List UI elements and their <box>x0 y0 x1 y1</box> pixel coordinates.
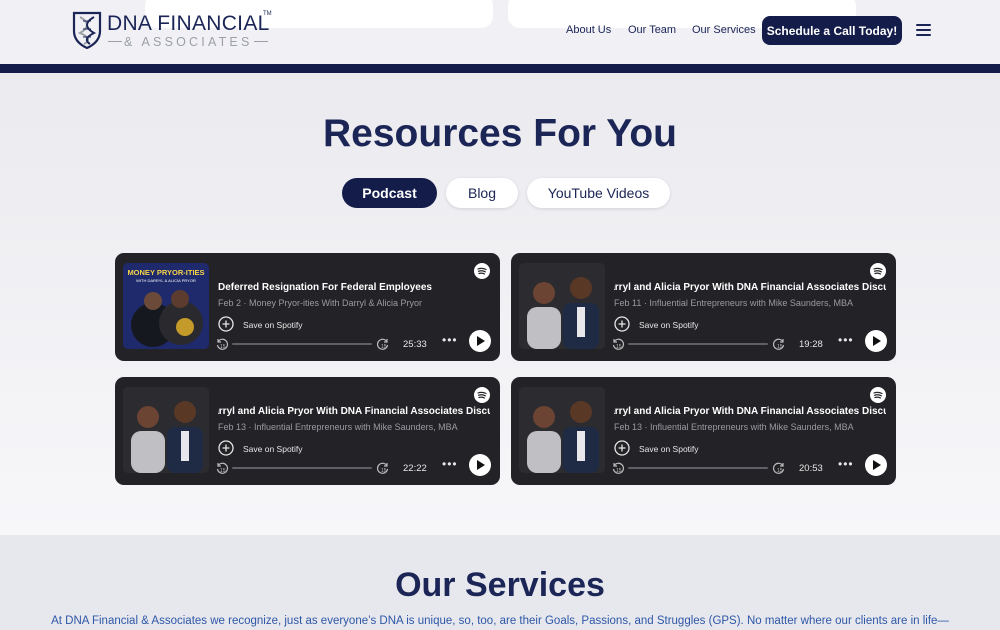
add-circle-icon[interactable] <box>218 316 234 332</box>
tab-podcast[interactable]: Podcast <box>342 178 437 208</box>
more-options-icon[interactable]: ••• <box>442 333 458 347</box>
svg-text:15: 15 <box>220 344 226 350</box>
episode-title[interactable]: Darryl and Alicia Pryor With DNA Financi… <box>614 282 886 293</box>
forward-15-icon[interactable]: 15 <box>772 461 786 475</box>
svg-text:15: 15 <box>616 344 622 350</box>
schedule-call-button[interactable]: Schedule a Call Today! <box>762 16 902 45</box>
podcast-cover-image[interactable] <box>519 387 605 473</box>
podcast-card: MONEY PRYOR-ITIES WITH DARRYL & ALICIA P… <box>115 253 500 361</box>
episode-title[interactable]: Darryl and Alicia Pryor With DNA Financi… <box>614 406 886 417</box>
podcast-cover-image[interactable] <box>123 387 209 473</box>
logo-divider <box>254 41 268 42</box>
hamburger-menu-icon[interactable] <box>916 24 931 36</box>
more-options-icon[interactable]: ••• <box>838 457 854 471</box>
podcast-card: Darryl and Alicia Pryor With DNA Financi… <box>511 377 896 485</box>
logo-subtitle: & ASSOCIATES <box>124 35 253 49</box>
logo-wordmark: DNA FINANCIAL <box>107 12 270 35</box>
rewind-15-icon[interactable]: 15 <box>215 461 229 475</box>
podcast-card: Darryl and Alicia Pryor With DNA Financi… <box>511 253 896 361</box>
episode-duration: 19:28 <box>799 339 823 350</box>
nav-about-us[interactable]: About Us <box>566 24 611 36</box>
services-intro-text: At DNA Financial & Associates we recogni… <box>51 615 949 627</box>
podcast-cover-image[interactable]: MONEY PRYOR-ITIES WITH DARRYL & ALICIA P… <box>123 263 209 349</box>
dna-shield-icon <box>72 11 102 49</box>
podcast-card: Darryl and Alicia Pryor With DNA Financi… <box>115 377 500 485</box>
save-on-spotify-label[interactable]: Save on Spotify <box>243 444 303 454</box>
header-accent-bar <box>0 64 1000 73</box>
logo-divider <box>108 41 122 42</box>
svg-text:15: 15 <box>616 468 622 474</box>
svg-text:15: 15 <box>777 344 783 350</box>
podcast-cover-image[interactable] <box>519 263 605 349</box>
play-button[interactable] <box>469 454 491 476</box>
svg-text:15: 15 <box>220 468 226 474</box>
site-logo[interactable]: DNA FINANCIAL TM & ASSOCIATES <box>72 11 272 51</box>
hosts-photo <box>519 263 605 349</box>
tab-youtube-videos[interactable]: YouTube Videos <box>527 178 670 208</box>
nav-our-services[interactable]: Our Services <box>692 24 756 36</box>
resources-title: Resources For You <box>323 112 677 155</box>
playback-progress-bar[interactable] <box>232 343 372 345</box>
episode-title[interactable]: Darryl and Alicia Pryor With DNA Financi… <box>218 406 490 417</box>
forward-15-icon[interactable]: 15 <box>376 461 390 475</box>
logo-trademark: TM <box>263 11 272 17</box>
add-circle-icon[interactable] <box>218 440 234 456</box>
hosts-photo <box>519 387 605 473</box>
podcast-cover-title: MONEY PRYOR-ITIES <box>127 268 205 277</box>
svg-text:15: 15 <box>381 468 387 474</box>
episode-meta: Feb 13 · Influential Entrepreneurs with … <box>614 422 854 432</box>
rewind-15-icon[interactable]: 15 <box>611 337 625 351</box>
episode-duration: 25:33 <box>403 339 427 350</box>
forward-15-icon[interactable]: 15 <box>772 337 786 351</box>
site-header: DNA FINANCIAL TM & ASSOCIATES About Us O… <box>0 0 1000 64</box>
episode-meta: Feb 13 · Influential Entrepreneurs with … <box>218 422 458 432</box>
svg-text:15: 15 <box>777 468 783 474</box>
episode-meta: Feb 11 · Influential Entrepreneurs with … <box>614 298 853 308</box>
podcast-cover-subtitle: WITH DARRYL & ALICIA PRYOR <box>136 278 196 283</box>
rewind-15-icon[interactable]: 15 <box>611 461 625 475</box>
play-button[interactable] <box>469 330 491 352</box>
more-options-icon[interactable]: ••• <box>838 333 854 347</box>
spotify-icon[interactable] <box>474 387 490 403</box>
episode-duration: 20:53 <box>799 463 823 474</box>
hosts-photo <box>123 387 209 473</box>
tab-blog[interactable]: Blog <box>446 178 518 208</box>
add-circle-icon[interactable] <box>614 440 630 456</box>
spotify-icon[interactable] <box>870 387 886 403</box>
rewind-15-icon[interactable]: 15 <box>215 337 229 351</box>
episode-title[interactable]: Deferred Resignation For Federal Employe… <box>218 282 490 293</box>
services-title: Our Services <box>395 566 605 604</box>
playback-progress-bar[interactable] <box>628 343 768 345</box>
playback-progress-bar[interactable] <box>232 467 372 469</box>
nav-our-team[interactable]: Our Team <box>628 24 676 36</box>
save-on-spotify-label[interactable]: Save on Spotify <box>639 444 699 454</box>
forward-15-icon[interactable]: 15 <box>376 337 390 351</box>
play-button[interactable] <box>865 330 887 352</box>
play-button[interactable] <box>865 454 887 476</box>
save-on-spotify-label[interactable]: Save on Spotify <box>639 320 699 330</box>
save-on-spotify-label[interactable]: Save on Spotify <box>243 320 303 330</box>
episode-meta: Feb 2 · Money Pryor-ities With Darryl & … <box>218 298 423 308</box>
spotify-icon[interactable] <box>474 263 490 279</box>
playback-progress-bar[interactable] <box>628 467 768 469</box>
spotify-icon[interactable] <box>870 263 886 279</box>
add-circle-icon[interactable] <box>614 316 630 332</box>
more-options-icon[interactable]: ••• <box>442 457 458 471</box>
svg-text:15: 15 <box>381 344 387 350</box>
episode-duration: 22:22 <box>403 463 427 474</box>
